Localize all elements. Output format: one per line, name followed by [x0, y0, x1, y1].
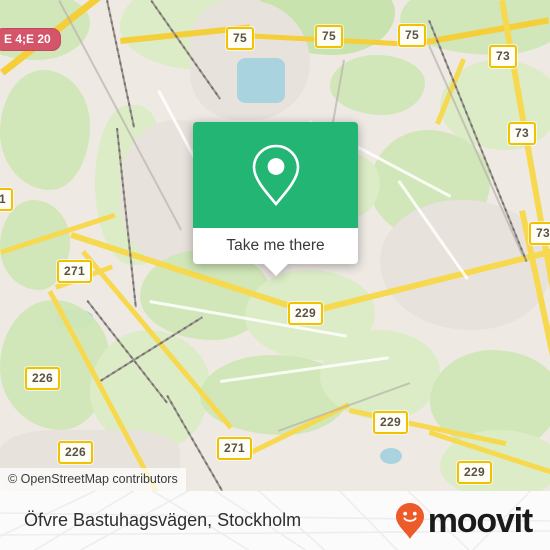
- take-me-there-label: Take me there: [226, 237, 325, 254]
- popup-icon-area: [193, 122, 358, 228]
- map-screen: E 4;E 20 75 75 75 73 73 73 1 271 229 226…: [0, 0, 550, 550]
- moovit-pin-smiley-icon: [395, 502, 424, 539]
- shield-73-b[interactable]: 73: [508, 122, 536, 145]
- shield-1-left[interactable]: 1: [0, 188, 13, 211]
- shield-e4-e20[interactable]: E 4;E 20: [0, 28, 61, 51]
- shield-73-a[interactable]: 73: [489, 45, 517, 68]
- shield-73-c[interactable]: 73: [529, 222, 550, 245]
- shield-226-a[interactable]: 226: [25, 367, 60, 390]
- place-name-label: Öfvre Bastuhagsvägen, Stockholm: [24, 510, 302, 530]
- shield-229-b[interactable]: 229: [373, 411, 408, 434]
- footer-bar: Öfvre Bastuhagsvägen, Stockholm moovit: [0, 491, 550, 550]
- water-area: [237, 58, 285, 103]
- park-area: [0, 70, 90, 190]
- map-pin-icon: [252, 144, 299, 207]
- shield-229-a[interactable]: 229: [288, 302, 323, 325]
- popup-action-area[interactable]: Take me there: [193, 228, 358, 276]
- popup-pointer-notch: [263, 264, 288, 276]
- map-attribution[interactable]: © OpenStreetMap contributors: [0, 467, 186, 491]
- moovit-wordmark: moovit: [427, 501, 533, 540]
- shield-271-a[interactable]: 271: [57, 260, 92, 283]
- shield-75-c[interactable]: 75: [398, 24, 426, 47]
- shield-75-a[interactable]: 75: [226, 27, 254, 50]
- shield-229-c[interactable]: 229: [457, 461, 492, 484]
- water-area: [380, 448, 402, 464]
- shield-226-b[interactable]: 226: [58, 441, 93, 464]
- shield-75-b[interactable]: 75: [315, 25, 343, 48]
- moovit-logo[interactable]: moovit: [395, 501, 533, 540]
- location-popup-card[interactable]: Take me there: [193, 122, 358, 276]
- shield-271-b[interactable]: 271: [217, 437, 252, 460]
